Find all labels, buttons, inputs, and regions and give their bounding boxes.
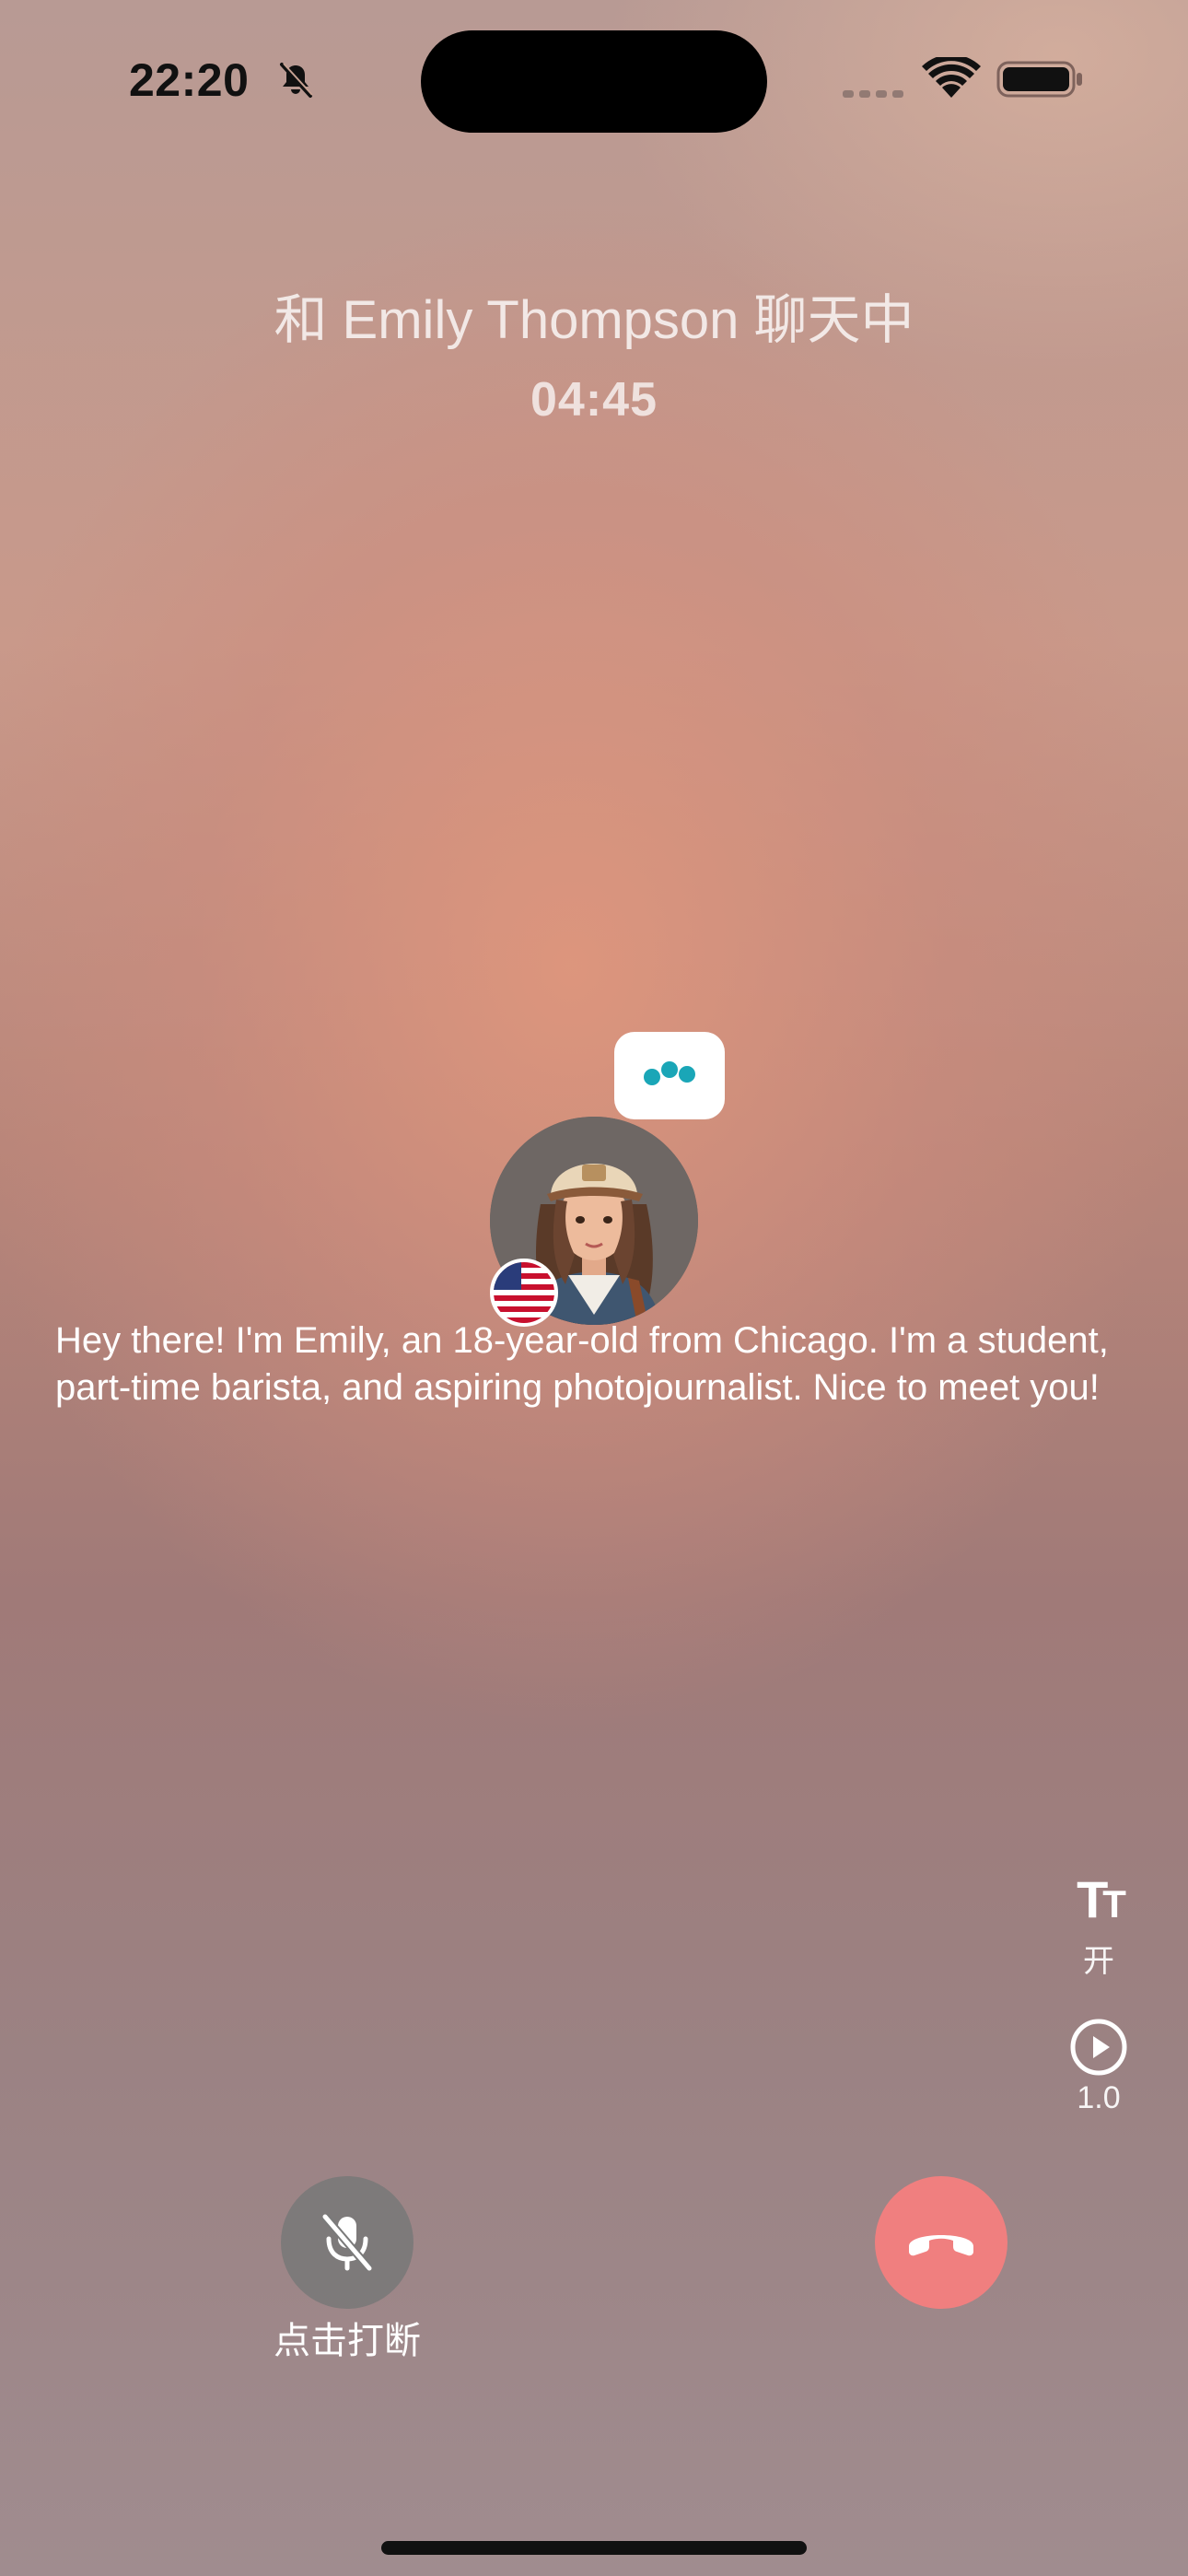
speed-control[interactable]: 1.0 bbox=[1043, 2018, 1154, 2116]
typing-bubble bbox=[614, 1032, 725, 1119]
battery-icon bbox=[996, 59, 1085, 100]
hang-up-button[interactable] bbox=[875, 2176, 1007, 2309]
call-timer: 04:45 bbox=[530, 373, 658, 427]
call-title: 和 Emily Thompson 聊天中 bbox=[274, 290, 914, 350]
mic-off-button[interactable] bbox=[281, 2176, 413, 2309]
bell-slash-icon bbox=[276, 61, 315, 100]
wifi-icon bbox=[921, 57, 982, 100]
cellular-signal-icon bbox=[843, 87, 905, 98]
dynamic-island bbox=[421, 30, 767, 133]
status-time: 22:20 bbox=[129, 54, 250, 106]
home-indicator bbox=[381, 2541, 807, 2555]
text-size-icon: TT bbox=[1077, 1870, 1126, 1928]
transcript-text: Hey there! I'm Emily, an 18-year-old fro… bbox=[55, 1320, 1109, 1408]
subtitles-toggle[interactable]: TT 开 bbox=[1043, 1872, 1154, 1981]
phone-hangup-icon bbox=[905, 2222, 977, 2263]
subtitles-label: 开 bbox=[1083, 1944, 1114, 1979]
interrupt-label: 点击打断 bbox=[274, 2321, 421, 2361]
mic-off-icon bbox=[320, 2213, 375, 2272]
play-circle-icon bbox=[1043, 2018, 1154, 2077]
us-flag-icon bbox=[490, 1259, 558, 1327]
speed-label: 1.0 bbox=[1077, 2080, 1121, 2115]
